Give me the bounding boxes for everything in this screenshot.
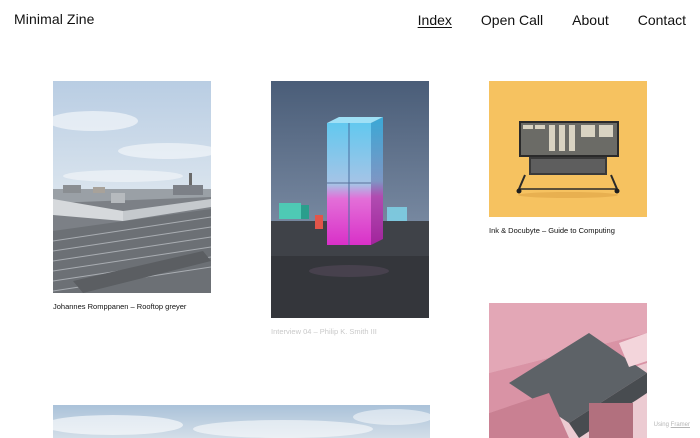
post-image-interview[interactable] — [271, 81, 429, 318]
post-image-architecture[interactable] — [489, 303, 647, 438]
post-card-rooftop[interactable]: Johannes Romppanen – Rooftop greyer — [53, 81, 211, 311]
post-card-computing[interactable]: Ink & Docubyte – Guide to Computing — [489, 81, 647, 236]
post-caption-rooftop[interactable]: Johannes Romppanen – Rooftop greyer — [53, 302, 186, 311]
nav-index-link[interactable]: Index — [418, 12, 452, 28]
post-caption-computing[interactable]: Ink & Docubyte – Guide to Computing — [489, 226, 615, 235]
post-image-computing[interactable] — [489, 81, 647, 217]
main-nav: Index Open Call About Contact — [418, 12, 686, 28]
badge-prefix: Using — [653, 422, 669, 428]
post-card-landscape[interactable] — [53, 405, 430, 438]
post-image-landscape[interactable] — [53, 405, 430, 438]
made-with-badge: Using Framer — [654, 422, 690, 428]
post-caption-interview[interactable]: Interview 04 – Philip K. Smith III — [271, 327, 377, 336]
badge-framer-link[interactable]: Framer — [671, 422, 690, 428]
nav-about-link[interactable]: About — [572, 12, 609, 28]
nav-open-call-link[interactable]: Open Call — [481, 12, 543, 28]
site-logo[interactable]: Minimal Zine — [14, 11, 95, 27]
nav-contact-link[interactable]: Contact — [638, 12, 686, 28]
post-image-rooftop[interactable] — [53, 81, 211, 293]
post-card-interview[interactable]: Interview 04 – Philip K. Smith III — [271, 81, 429, 339]
post-card-architecture[interactable] — [489, 303, 647, 438]
